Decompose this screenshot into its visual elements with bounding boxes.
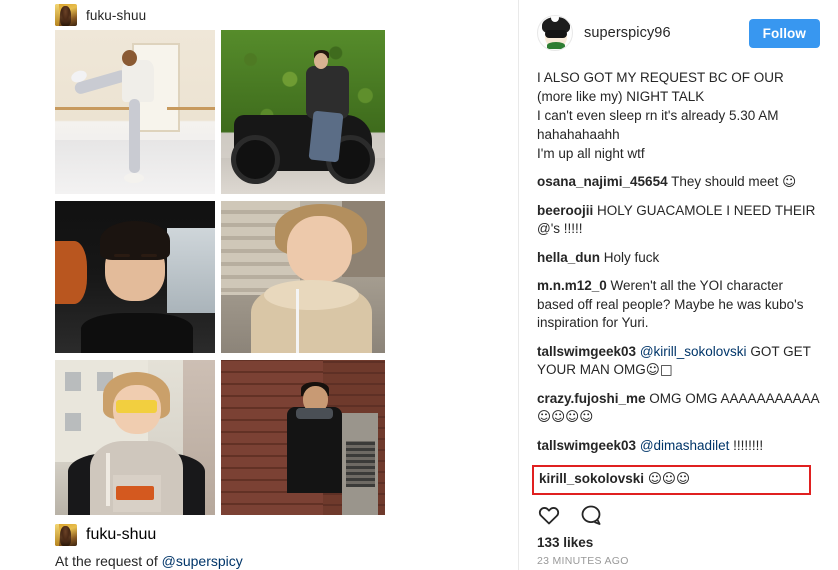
highlighted-comment-item: kirill_sokolovski ☺☺☺ (532, 465, 811, 495)
comment-item: m.n.m12_0 Weren't all the YOI character … (537, 277, 820, 333)
user-avatar-thumbnail[interactable] (55, 524, 77, 546)
photo-tile[interactable] (55, 30, 215, 194)
comment-username[interactable]: tallswimgeek03 (537, 344, 636, 359)
post-actions (537, 503, 820, 529)
comment-username[interactable]: osana_najimi_45654 (537, 174, 668, 189)
comment-emoji: ☺☺☺ (647, 471, 691, 487)
photo-tile[interactable] (221, 30, 385, 194)
comment-text: Holy fuck (600, 249, 660, 265)
caption-line: I ALSO GOT MY REQUEST BC OF OUR (537, 70, 784, 85)
follow-button[interactable]: Follow (748, 18, 820, 48)
comment-username[interactable]: hella_dun (537, 250, 600, 265)
comment-item: tallswimgeek03 @kirill_sokolovski GOT GE… (537, 343, 820, 380)
caption-line: I can't even sleep rn it's already 5.30 … (537, 108, 779, 123)
caption-username[interactable]: fuku-shuu (86, 526, 156, 544)
comment-mention[interactable]: @dimashadilet (640, 438, 730, 453)
photo-tile[interactable] (221, 201, 385, 353)
photo-tile[interactable] (55, 360, 215, 515)
user-avatar-thumbnail[interactable] (55, 4, 77, 26)
post-header: fuku-shuu (55, 0, 385, 30)
comments-list: I ALSO GOT MY REQUEST BC OF OUR (more li… (532, 66, 820, 495)
comment-item: osana_najimi_45654 They should meet ☺ (537, 173, 820, 192)
comment-username[interactable]: beeroojii (537, 203, 593, 218)
comment-text: !!!!!!!! (729, 437, 764, 453)
left-post-panel: fuku-shuu fuku-shuu At the request of @s… (0, 0, 517, 570)
caption-header: fuku-shuu (55, 522, 385, 548)
instagram-post-header: superspicy96 Follow (537, 0, 820, 66)
post-caption-text: I ALSO GOT MY REQUEST BC OF OUR (more li… (537, 68, 820, 163)
heart-icon[interactable] (537, 503, 563, 529)
caption-mention-link[interactable]: @superspicy (162, 553, 243, 569)
comment-item: crazy.fujoshi_me OMG OMG AAAAAAAAAAA ☺☺☺… (537, 390, 820, 427)
comment-item: tallswimgeek03 @dimashadilet !!!!!!!! (537, 437, 820, 456)
comment-mention[interactable]: @kirill_sokolovski (640, 344, 747, 359)
post-timestamp: 23 MINUTES AGO (537, 554, 629, 567)
comment-item: hella_dun Holy fuck (537, 249, 820, 268)
caption-prefix: At the request of (55, 553, 162, 569)
comment-username[interactable]: crazy.fujoshi_me (537, 391, 646, 406)
photo-tile[interactable] (55, 201, 215, 353)
profile-username[interactable]: superspicy96 (584, 25, 749, 41)
caption-line: (more like my) NIGHT TALK (537, 89, 705, 104)
comment-username[interactable]: kirill_sokolovski (539, 471, 644, 486)
post-caption: At the request of @superspicy (55, 548, 385, 570)
cartoon-sunglasses-avatar[interactable] (537, 15, 573, 51)
comment-text: OMG OMG AAAAAAAAAAA (645, 390, 819, 406)
comment-item: beeroojii HOLY GUACAMOLE I NEED THEIR @'… (537, 202, 820, 239)
comment-text: They should meet (667, 174, 783, 189)
instagram-post-screenshot: fuku-shuu fuku-shuu At the request of @s… (0, 0, 838, 570)
speech-bubble-icon[interactable] (579, 503, 605, 529)
caption-line: I'm up all night wtf (537, 146, 645, 161)
comment-username[interactable]: tallswimgeek03 (537, 438, 636, 453)
likes-count[interactable]: 133 likes (537, 535, 820, 550)
photo-grid (55, 30, 385, 515)
comment-emoji: ☺□ (645, 362, 673, 378)
post-username[interactable]: fuku-shuu (86, 8, 146, 23)
comment-emoji: ☺ (782, 174, 797, 190)
caption-line: hahahahaahh (537, 127, 620, 142)
comment-emoji: ☺☺☺☺ (537, 409, 594, 425)
right-comments-panel: superspicy96 Follow I ALSO GOT MY REQUES… (519, 0, 838, 570)
photo-tile[interactable] (221, 360, 385, 515)
comment-username[interactable]: m.n.m12_0 (537, 278, 607, 293)
